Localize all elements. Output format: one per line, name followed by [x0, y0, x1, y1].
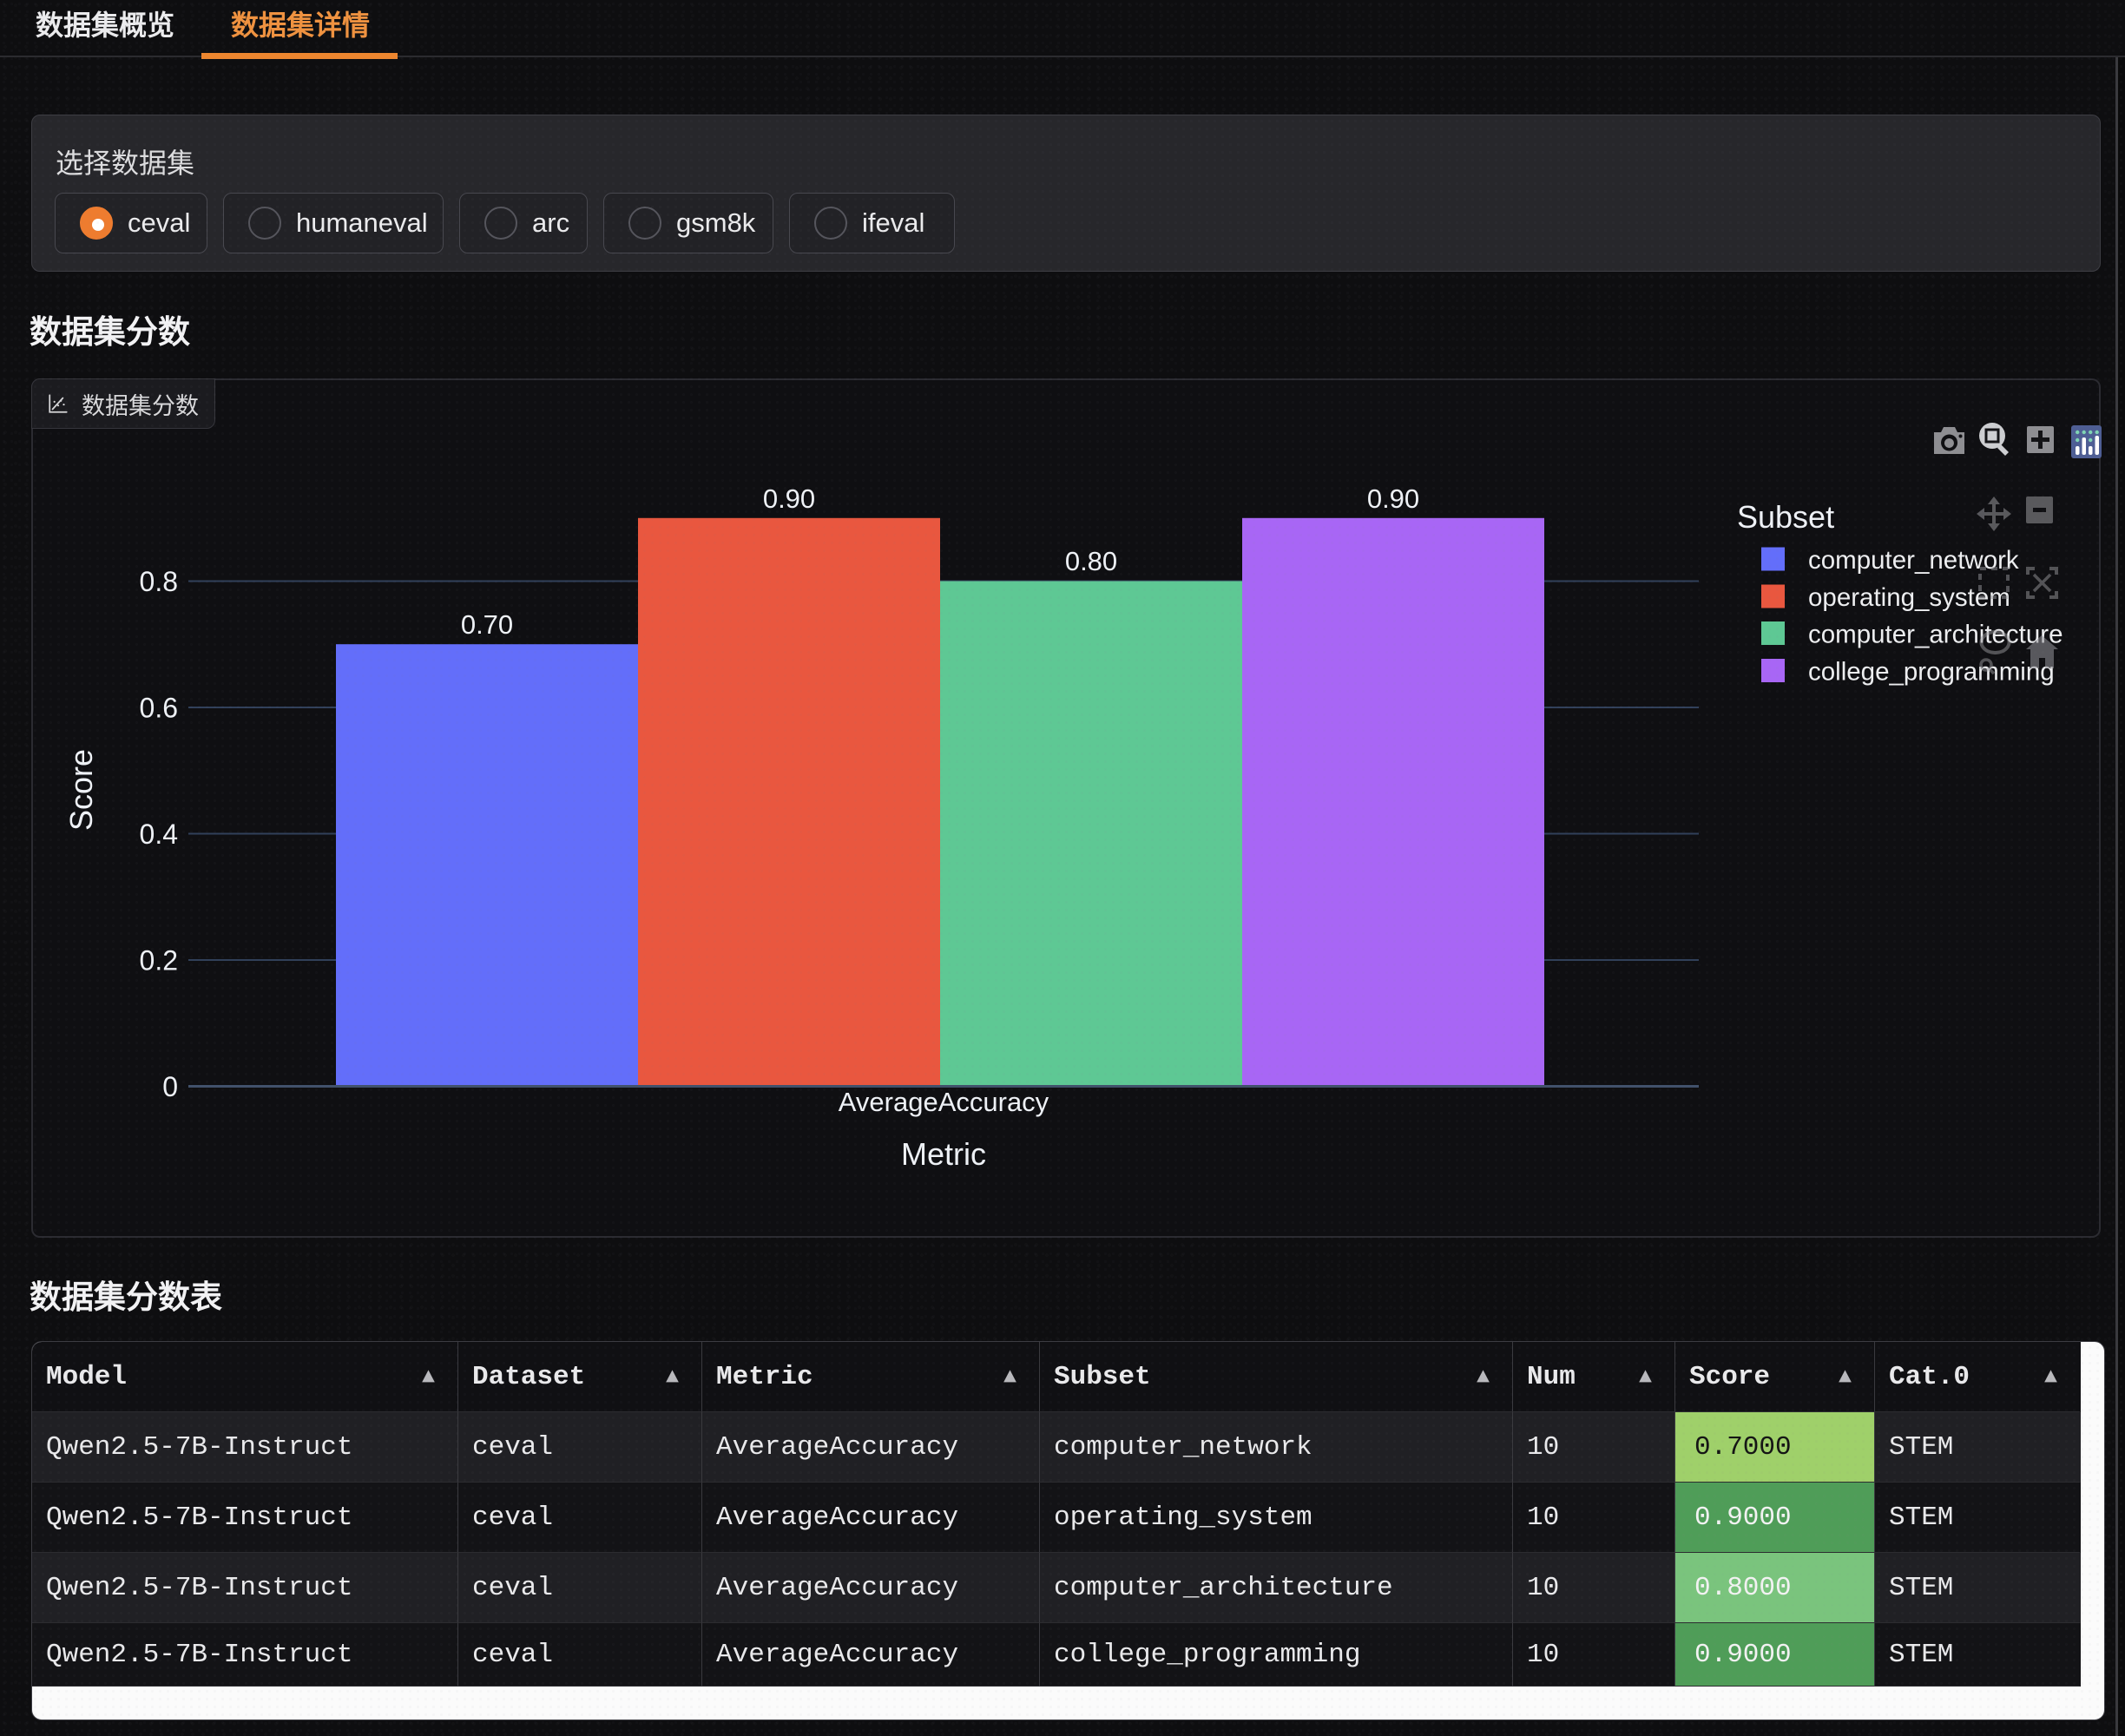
svg-text:computer_network: computer_network — [1808, 546, 2019, 575]
svg-text:0.8: 0.8 — [140, 566, 178, 597]
svg-text:0.80: 0.80 — [1065, 546, 1117, 576]
svg-text:0.90: 0.90 — [763, 483, 815, 514]
svg-text:Metric: Metric — [901, 1136, 986, 1172]
svg-text:computer_architecture: computer_architecture — [1808, 621, 2063, 649]
svg-text:AverageAccuracy: AverageAccuracy — [839, 1087, 1049, 1117]
svg-text:0: 0 — [162, 1071, 178, 1102]
svg-text:Subset: Subset — [1737, 499, 1834, 535]
svg-text:0.4: 0.4 — [140, 819, 178, 850]
svg-text:0.90: 0.90 — [1367, 483, 1419, 514]
svg-text:0.6: 0.6 — [140, 693, 178, 724]
svg-text:0.70: 0.70 — [461, 609, 513, 640]
svg-text:college_programming: college_programming — [1808, 658, 2055, 687]
svg-text:Score: Score — [63, 749, 99, 831]
svg-text:0.2: 0.2 — [140, 945, 178, 976]
